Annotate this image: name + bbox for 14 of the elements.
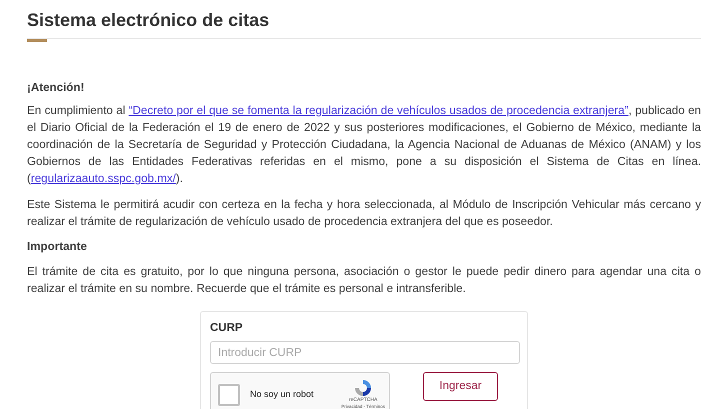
captcha-label: No soy un robot: [250, 388, 314, 401]
important-heading: Importante: [27, 239, 88, 255]
decree-link[interactable]: regularizaauto.sspc.gob.mx/: [30, 172, 176, 185]
captcha-checkbox[interactable]: [218, 384, 240, 406]
curp-label: CURP: [210, 321, 244, 336]
notice-paragraph: En cumplimiento al “Decreto por el que se fomenta la regularización de vehículos usados de procedencia extranjera”, publicado en el Diario Oficial de la Federación el 19 de enero de 2022 y sus posteriores modificaciones, el Gobierno de México, mediante la coordinación de la Secretaría de Seguridad y Protección Ciudadana, la Agencia Nacional de Aduanas de México (ANAM) y los Gobiernos de las Entidades Federativas referidas en el mismo, pone a su disposición el Sistema de Citas en línea. (regularizaauto.sspc.gob.mx/).: [27, 103, 701, 187]
submit-button[interactable]: Ingresar: [423, 372, 498, 402]
notice-heading: ¡Atención!: [27, 80, 86, 96]
notice-paragraph: Este Sistema le permitirá acudir con certeza en la fecha y hora seleccionada, al Módulo de Inscripción Vehicular más cercano y realizar el trámite de regularización de vehículo usado de procedencia extranjera del que es poseedor.: [27, 197, 701, 230]
important-paragraph: El trámite de cita es gratuito, por lo que ninguna persona, asociación o gestor le puede pedir dinero para agendar una cita o realizar el trámite en su nombre. Recuerde que el trámite es personal e intransferible.: [27, 264, 701, 297]
curp-field[interactable]: Introducir CURP: [210, 341, 520, 364]
recaptcha-logo-icon: [354, 379, 372, 398]
page-title: Sistema electrónico de citas: [27, 9, 270, 32]
decree-link[interactable]: “Decreto por el que se fomenta la regularización de vehículos usados de procedencia extranjera”: [128, 104, 628, 117]
